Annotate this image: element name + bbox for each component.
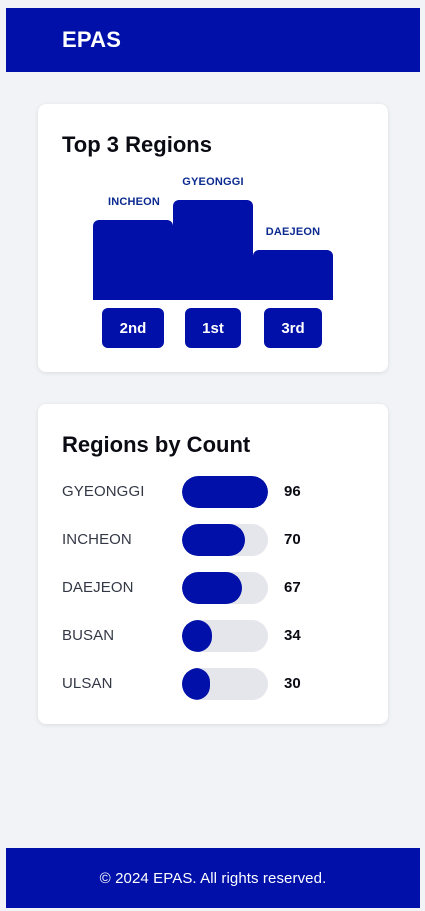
region-label: DAEJEON	[62, 579, 134, 596]
region-label: BUSAN	[62, 627, 115, 644]
region-progress-fill	[182, 668, 210, 700]
region-progress-track	[182, 476, 268, 508]
region-progress-track	[182, 620, 268, 652]
region-row: GYEONGGI 96	[62, 476, 372, 508]
region-progress-track	[182, 668, 268, 700]
region-count: 34	[284, 627, 301, 644]
podium-name-third: DAEJEON	[265, 226, 321, 238]
region-row: ULSAN 30	[62, 668, 372, 700]
region-count: 30	[284, 675, 301, 692]
top-header: EPAS	[6, 8, 420, 72]
brand-logo[interactable]: EPAS	[62, 27, 121, 53]
region-progress-fill	[182, 476, 268, 508]
rank-third-button[interactable]: 3rd	[264, 308, 322, 348]
top-regions-title: Top 3 Regions	[62, 132, 212, 157]
rank-first-button[interactable]: 1st	[185, 308, 241, 348]
region-count: 96	[284, 483, 301, 500]
region-label: ULSAN	[62, 675, 113, 692]
page-footer: © 2024 EPAS. All rights reserved.	[6, 848, 420, 908]
region-progress-fill	[182, 524, 245, 556]
region-label: INCHEON	[62, 531, 132, 548]
region-progress-track	[182, 524, 268, 556]
rank-second-button[interactable]: 2nd	[102, 308, 164, 348]
region-progress-track	[182, 572, 268, 604]
region-progress-fill	[182, 572, 242, 604]
regions-by-count-card: Regions by Count GYEONGGI 96 INCHEON 70 …	[38, 404, 388, 724]
podium-block-third	[253, 250, 333, 300]
regions-by-count-title: Regions by Count	[62, 432, 251, 457]
podium-name-second: INCHEON	[107, 196, 161, 208]
region-row: BUSAN 34	[62, 620, 372, 652]
region-count: 70	[284, 531, 301, 548]
podium-block-second	[93, 220, 173, 300]
podium-name-first: GYEONGGI	[182, 176, 244, 188]
region-progress-fill	[182, 620, 212, 652]
app-frame: EPAS Top 3 Regions INCHEON GYEONGGI DAEJ…	[6, 8, 420, 908]
region-count: 67	[284, 579, 301, 596]
top-regions-card: Top 3 Regions INCHEON GYEONGGI DAEJEON 2…	[38, 104, 388, 372]
copyright-text: © 2024 EPAS. All rights reserved.	[99, 869, 327, 887]
region-row: INCHEON 70	[62, 524, 372, 556]
region-row: DAEJEON 67	[62, 572, 372, 604]
podium-block-first	[173, 200, 253, 300]
region-label: GYEONGGI	[62, 483, 145, 500]
